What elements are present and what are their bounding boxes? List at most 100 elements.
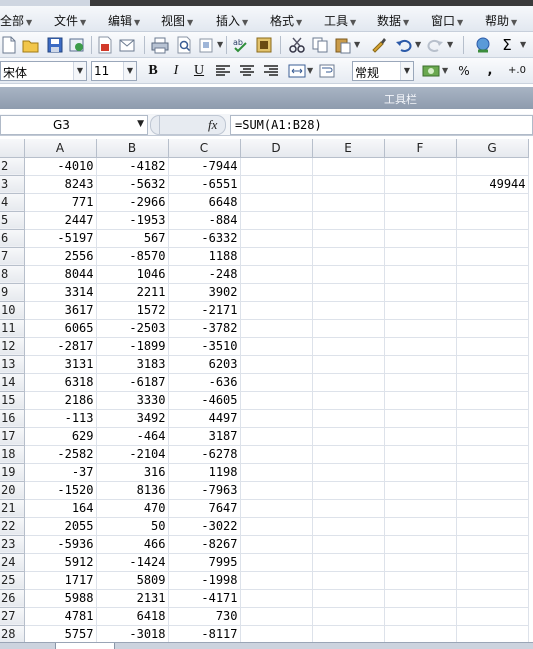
cell-d15[interactable] [240,391,313,410]
cell-a24[interactable]: 5912 [24,553,97,572]
cell-e8[interactable] [312,265,385,284]
cell-e7[interactable] [312,247,385,266]
cell-g24[interactable] [456,553,529,572]
number-format-select[interactable]: 常规 ▼ [352,61,414,81]
italic-button[interactable]: I [166,62,186,80]
cell-d5[interactable] [240,211,313,230]
cell-d8[interactable] [240,265,313,284]
cell-a16[interactable]: -113 [24,409,97,428]
cell-g22[interactable] [456,517,529,536]
row-header[interactable]: 13 [0,355,25,374]
cell-e11[interactable] [312,319,385,338]
cell-a26[interactable]: 5988 [24,589,97,608]
cell-e4[interactable] [312,193,385,212]
cell-c17[interactable]: 3187 [168,427,241,446]
menu-format[interactable]: 格式 ▼ [270,12,302,28]
cell-g8[interactable] [456,265,529,284]
row-header[interactable]: 20 [0,481,25,500]
cell-c26[interactable]: -4171 [168,589,241,608]
cell-f12[interactable] [384,337,457,356]
cell-c2[interactable]: -7944 [168,157,241,176]
cell-f7[interactable] [384,247,457,266]
cell-f17[interactable] [384,427,457,446]
cell-g6[interactable] [456,229,529,248]
row-header[interactable]: 18 [0,445,25,464]
cell-f5[interactable] [384,211,457,230]
cell-e9[interactable] [312,283,385,302]
cell-c6[interactable]: -6332 [168,229,241,248]
cell-a12[interactable]: -2817 [24,337,97,356]
open-folder-icon[interactable] [22,36,40,54]
cell-c21[interactable]: 7647 [168,499,241,518]
cell-b21[interactable]: 470 [96,499,169,518]
copy-icon[interactable] [311,36,329,54]
permission-icon[interactable] [68,36,86,54]
row-header[interactable]: 2 [0,157,25,176]
splitter-handle[interactable] [150,116,160,134]
cell-b14[interactable]: -6187 [96,373,169,392]
cell-b9[interactable]: 2211 [96,283,169,302]
cell-g17[interactable] [456,427,529,446]
cell-b16[interactable]: 3492 [96,409,169,428]
cell-f28[interactable] [384,625,457,642]
cell-c3[interactable]: -6551 [168,175,241,194]
column-header-c[interactable]: C [168,139,241,158]
font-size-select[interactable]: 11 ▼ [91,61,137,81]
cell-c5[interactable]: -884 [168,211,241,230]
chevron-down-icon[interactable]: ▼ [415,40,421,49]
percent-button[interactable]: % [454,62,474,80]
chevron-down-icon[interactable]: ▼ [442,66,448,75]
cell-b26[interactable]: 2131 [96,589,169,608]
cell-b6[interactable]: 567 [96,229,169,248]
cell-g11[interactable] [456,319,529,338]
cell-a19[interactable]: -37 [24,463,97,482]
cell-c13[interactable]: 6203 [168,355,241,374]
cell-d2[interactable] [240,157,313,176]
cell-g10[interactable] [456,301,529,320]
cell-a10[interactable]: 3617 [24,301,97,320]
cell-d24[interactable] [240,553,313,572]
cell-g23[interactable] [456,535,529,554]
cell-d7[interactable] [240,247,313,266]
undo-icon[interactable] [395,36,413,54]
cell-a2[interactable]: -4010 [24,157,97,176]
chevron-down-icon[interactable]: ▼ [400,62,413,80]
chevron-down-icon[interactable]: ▼ [73,62,86,80]
cell-a4[interactable]: 771 [24,193,97,212]
cell-b17[interactable]: -464 [96,427,169,446]
row-header[interactable]: 17 [0,427,25,446]
cell-c7[interactable]: 1188 [168,247,241,266]
chevron-down-icon[interactable]: ▼ [447,40,453,49]
cell-d9[interactable] [240,283,313,302]
cell-f15[interactable] [384,391,457,410]
menu-window[interactable]: 窗口 ▼ [431,12,463,28]
cell-e20[interactable] [312,481,385,500]
row-header[interactable]: 27 [0,607,25,626]
row-header[interactable]: 6 [0,229,25,248]
cell-b11[interactable]: -2503 [96,319,169,338]
cell-c15[interactable]: -4605 [168,391,241,410]
cell-c25[interactable]: -1998 [168,571,241,590]
cell-e28[interactable] [312,625,385,642]
column-header-a[interactable]: A [24,139,97,158]
cell-a25[interactable]: 1717 [24,571,97,590]
cell-d27[interactable] [240,607,313,626]
underline-button[interactable]: U [189,62,209,80]
cell-g7[interactable] [456,247,529,266]
sheet-tab[interactable] [55,643,115,649]
cell-f8[interactable] [384,265,457,284]
cell-b4[interactable]: -2966 [96,193,169,212]
cell-e17[interactable] [312,427,385,446]
cell-a18[interactable]: -2582 [24,445,97,464]
cell-f18[interactable] [384,445,457,464]
cell-f21[interactable] [384,499,457,518]
row-header[interactable]: 22 [0,517,25,536]
cell-e21[interactable] [312,499,385,518]
increase-decimal-button[interactable]: +.0 [503,62,531,80]
cell-f22[interactable] [384,517,457,536]
cell-d25[interactable] [240,571,313,590]
row-header[interactable]: 21 [0,499,25,518]
cell-g28[interactable] [456,625,529,642]
cell-f27[interactable] [384,607,457,626]
name-box[interactable]: G3 ▼ [0,115,148,135]
